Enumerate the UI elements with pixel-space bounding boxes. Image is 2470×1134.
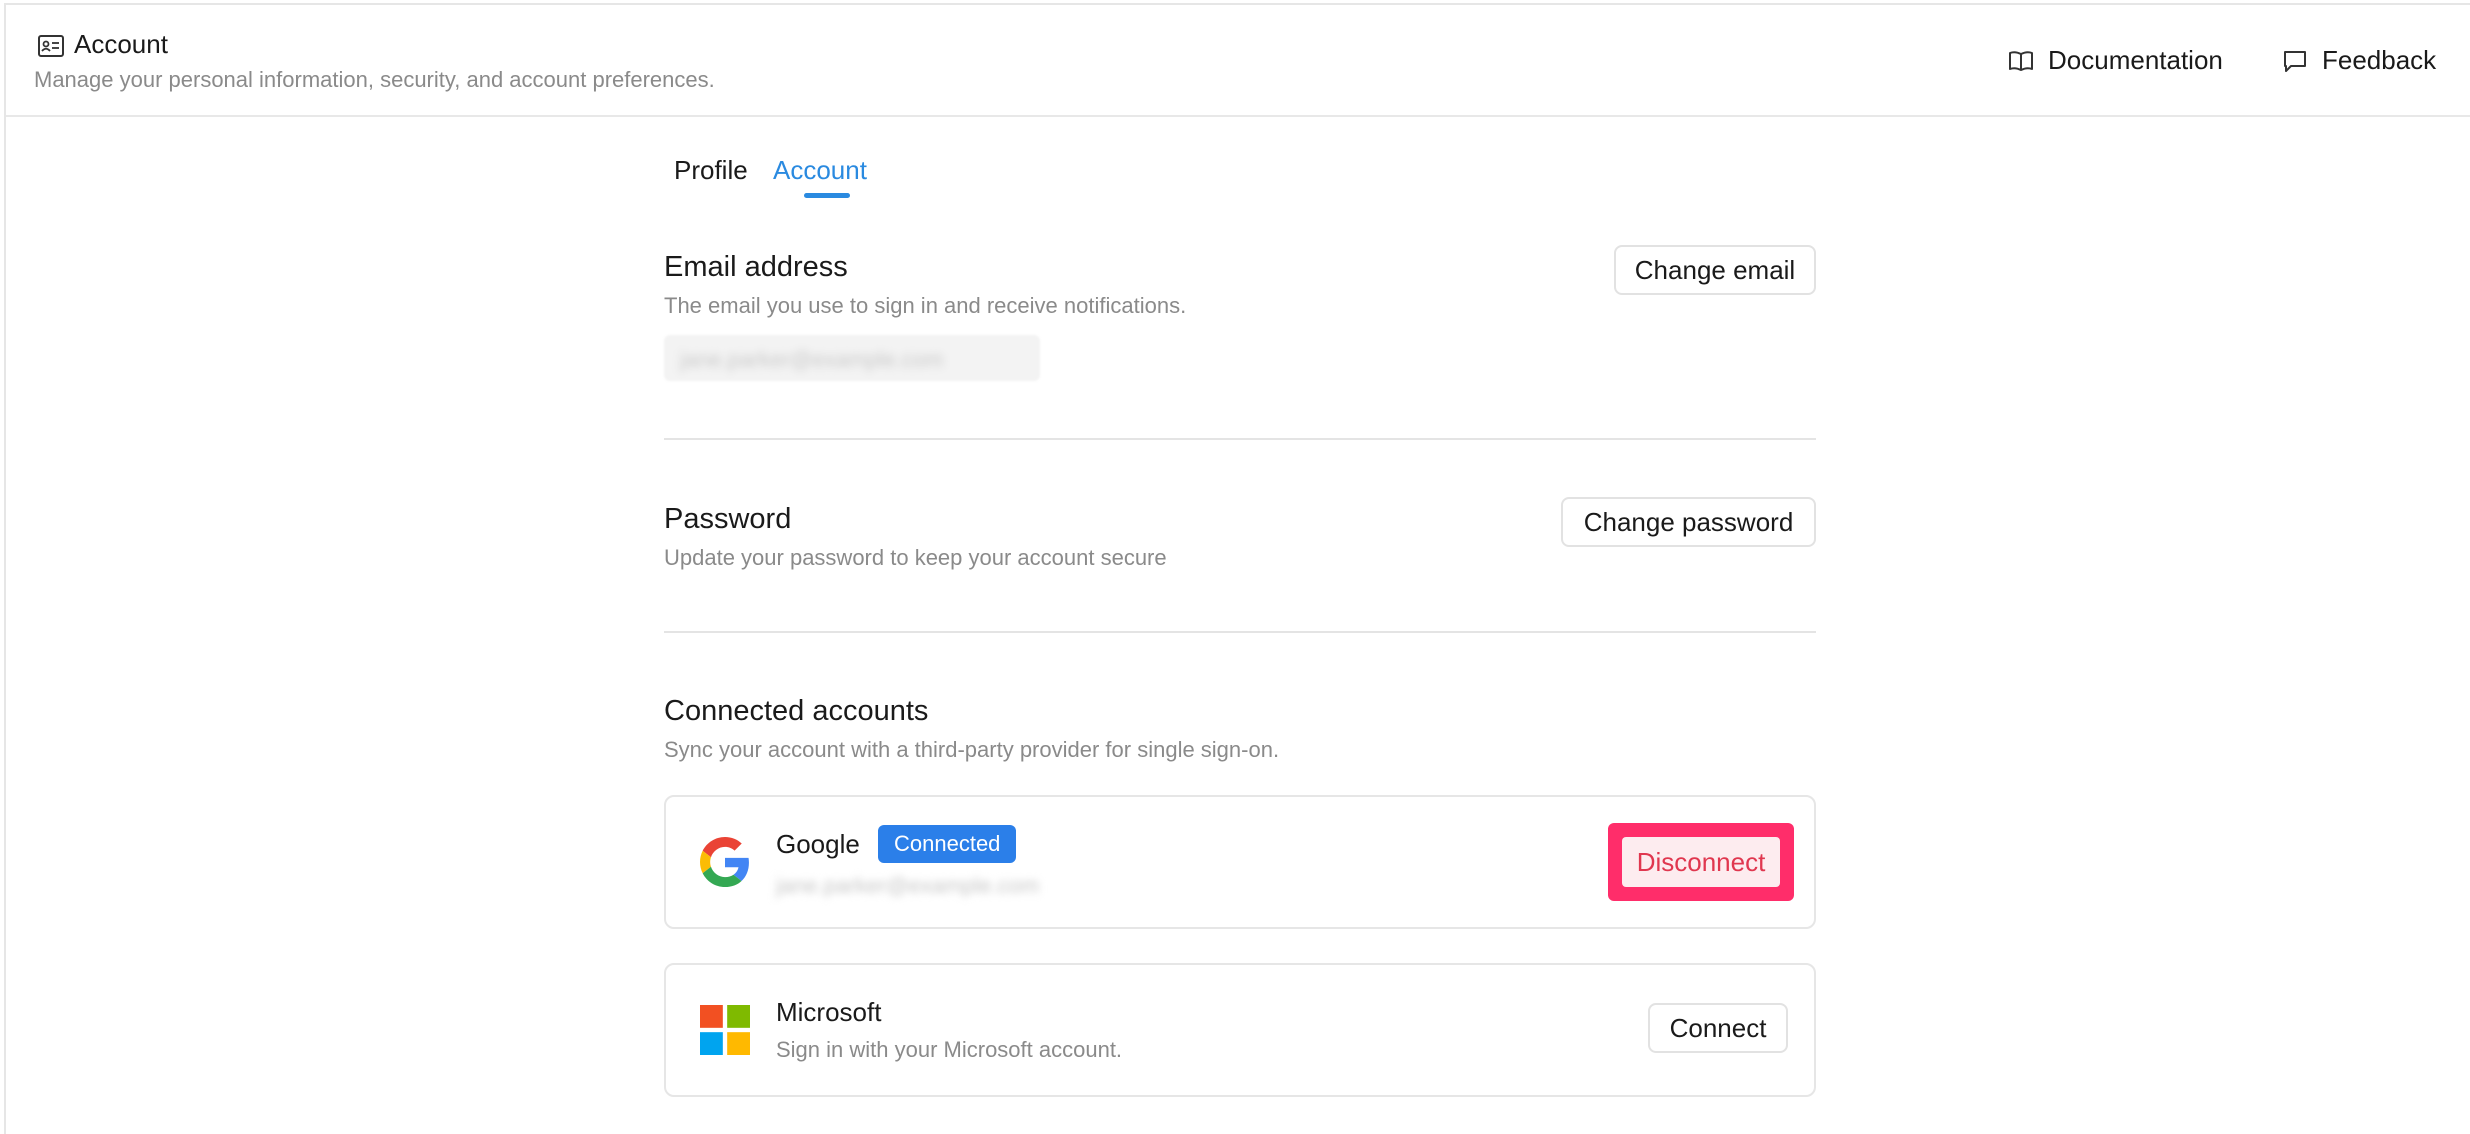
documentation-link[interactable]: Documentation <box>2008 45 2223 76</box>
page-header: Account Manage your personal information… <box>6 5 2470 117</box>
divider <box>664 438 1816 440</box>
change-email-button[interactable]: Change email <box>1614 245 1816 295</box>
provider-name: Google <box>776 829 860 859</box>
connected-status-badge: Connected <box>878 825 1017 863</box>
page-subtitle: Manage your personal information, securi… <box>34 67 715 92</box>
provider-name: Microsoft <box>776 997 882 1027</box>
documentation-label: Documentation <box>2048 45 2223 75</box>
disconnect-highlight: Disconnect <box>1608 823 1794 901</box>
tab-account[interactable]: Account <box>773 155 867 186</box>
provider-card-microsoft: Microsoft Sign in with your Microsoft ac… <box>664 963 1816 1097</box>
app-frame: Account Manage your personal information… <box>4 3 2470 1134</box>
provider-card-google: Google Connected jane.parker@example.com… <box>664 795 1816 929</box>
email-section-description: The email you use to sign in and receive… <box>664 293 1187 318</box>
email-value-text: jane.parker@example.com <box>680 347 944 372</box>
feedback-link[interactable]: Feedback <box>2282 45 2436 76</box>
message-square-icon <box>2284 50 2306 72</box>
email-value: jane.parker@example.com <box>664 335 1040 381</box>
email-section-title: Email address <box>664 251 848 283</box>
feedback-label: Feedback <box>2322 45 2437 75</box>
provider-description: Sign in with your Microsoft account. <box>776 1037 1123 1062</box>
divider <box>664 631 1816 633</box>
connected-accounts-title: Connected accounts <box>664 695 929 727</box>
provider-account-email: jane.parker@example.com <box>776 873 1040 898</box>
change-password-button[interactable]: Change password <box>1561 497 1816 547</box>
id-card-icon <box>38 35 64 57</box>
microsoft-icon <box>700 1005 750 1055</box>
password-section-description: Update your password to keep your accoun… <box>664 545 1167 570</box>
connected-accounts-description: Sync your account with a third-party pro… <box>664 737 1280 762</box>
google-icon <box>700 837 749 887</box>
book-icon <box>2009 50 2033 71</box>
connect-microsoft-button[interactable]: Connect <box>1648 1003 1788 1053</box>
page-title: Account <box>74 29 168 59</box>
tab-profile[interactable]: Profile <box>674 155 748 186</box>
disconnect-google-button[interactable]: Disconnect <box>1622 837 1780 887</box>
password-section-title: Password <box>664 503 792 535</box>
active-tab-indicator <box>804 193 850 198</box>
